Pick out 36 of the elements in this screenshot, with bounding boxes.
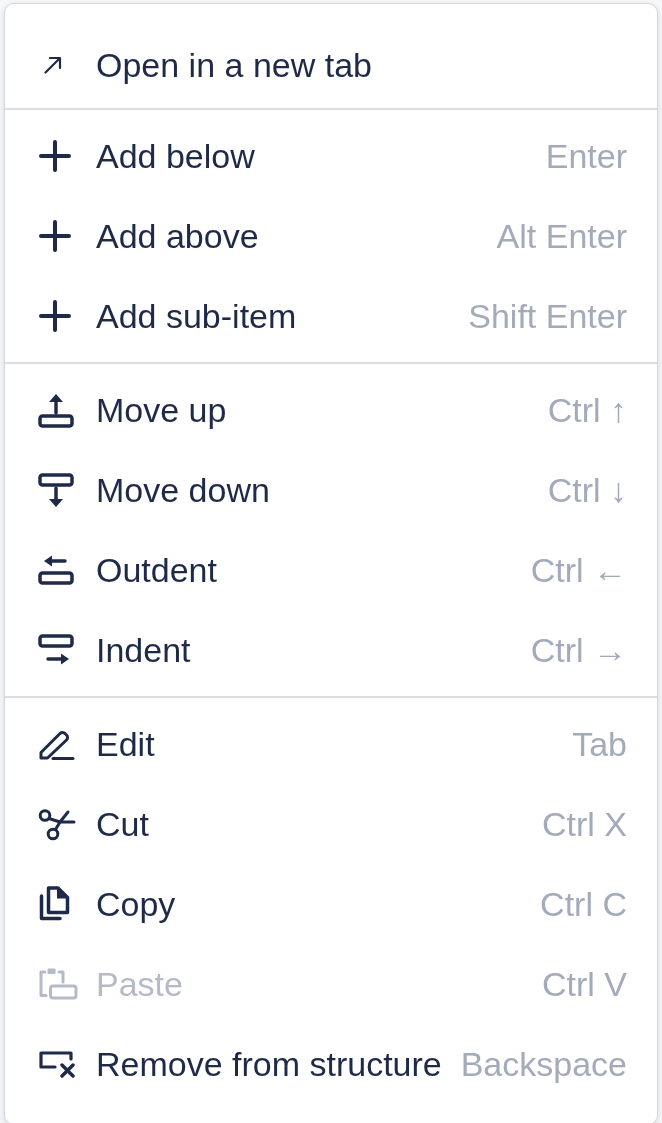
move-down-icon: [38, 472, 74, 508]
menu-item[interactable]: Add sub-item Shift Enter: [5, 276, 657, 356]
menu-item[interactable]: Open in a new tab: [5, 25, 657, 105]
copy-icon: [38, 886, 70, 922]
keyboard-shortcut: Tab: [572, 727, 627, 761]
menu-item[interactable]: Outdent Ctrl ←: [5, 530, 657, 610]
keyboard-shortcut: Ctrl C: [540, 887, 627, 921]
keyboard-shortcut: Ctrl →: [530, 633, 627, 667]
keyboard-shortcut: Backspace: [460, 1047, 627, 1081]
remove-from-structure-icon: [38, 1050, 78, 1078]
menu-item[interactable]: Move up Ctrl ↑: [5, 370, 657, 450]
keyboard-shortcut: Ctrl V: [542, 967, 627, 1001]
keyboard-shortcut: Shift Enter: [468, 299, 627, 333]
scissors-icon: [38, 807, 76, 841]
keyboard-shortcut: Ctrl X: [542, 807, 627, 841]
menu-item[interactable]: Add below Enter: [5, 116, 657, 196]
move-up-icon: [38, 392, 74, 428]
menu-item[interactable]: Add above Alt Enter: [5, 196, 657, 276]
plus-icon: [39, 300, 71, 332]
arrow-up-right-icon: [43, 55, 63, 75]
keyboard-shortcut: Ctrl ↓: [547, 473, 627, 507]
menu-item[interactable]: Cut Ctrl X: [5, 784, 657, 864]
keyboard-shortcut: Enter: [545, 139, 627, 173]
menu-item[interactable]: Edit Tab: [5, 704, 657, 784]
plus-icon: [39, 220, 71, 252]
menu-item[interactable]: Move down Ctrl ↓: [5, 450, 657, 530]
menu-item[interactable]: Remove from structure Backspace: [5, 1024, 657, 1104]
plus-icon: [39, 140, 71, 172]
indent-icon: [38, 634, 74, 666]
keyboard-shortcut: Ctrl ↑: [547, 393, 627, 427]
clipboard-icon: [38, 967, 78, 1001]
menu-item[interactable]: Copy Ctrl C: [5, 864, 657, 944]
menu-item[interactable]: Indent Ctrl →: [5, 610, 657, 690]
keyboard-shortcut: Ctrl ←: [530, 553, 627, 587]
outdent-icon: [38, 555, 74, 585]
keyboard-shortcut: Alt Enter: [496, 219, 627, 253]
